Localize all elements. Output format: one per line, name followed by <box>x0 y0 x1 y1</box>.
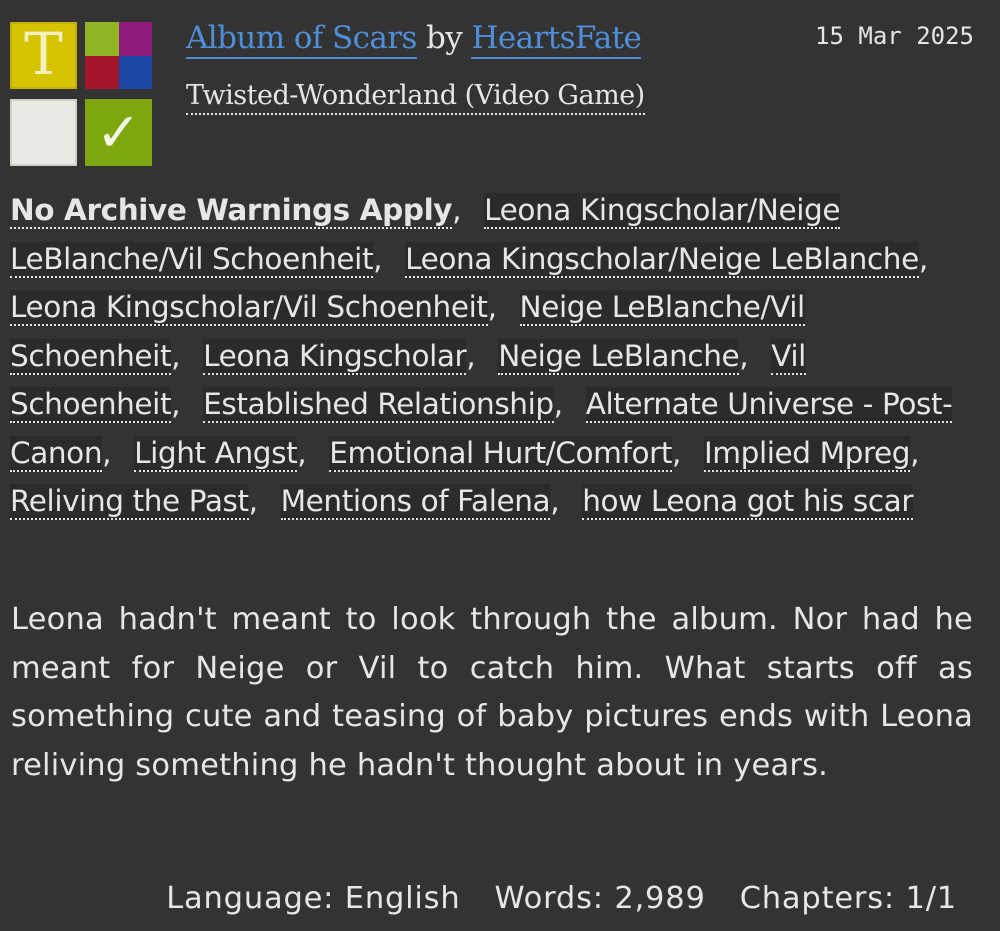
tag-separator: , <box>918 241 928 276</box>
tag-link[interactable]: how Leona got his scar <box>582 484 913 520</box>
work-stats: Language: English Words: 2,989 Chapters: 1… <box>166 881 957 916</box>
tag-separator: , <box>487 290 497 324</box>
tag-separator: , <box>248 484 258 518</box>
category-quadrant <box>118 55 152 89</box>
publish-date: 15 Mar 2025 <box>815 22 974 50</box>
chapters-stat: Chapters: 1/1 <box>740 881 957 916</box>
category-quadrant <box>85 22 119 56</box>
tag-link[interactable]: Established Relationship <box>203 387 554 423</box>
freeform-tag: Leona Kingscholar/Vil Schoenheit, <box>10 290 520 326</box>
words-label: Words: <box>494 881 604 916</box>
tag-link[interactable]: Leona Kingscholar <box>203 338 467 375</box>
freeform-tag: Reliving the Past, <box>10 484 281 520</box>
words-value: 2,989 <box>614 881 706 916</box>
freeform-tag: Implied Mpreg, <box>703 435 933 472</box>
tag-link[interactable]: Implied Mpreg <box>703 435 911 472</box>
no-warnings-icon[interactable] <box>10 99 77 166</box>
freeform-tag: Leona Kingscholar, <box>203 338 498 375</box>
chapters-label: Chapters: <box>739 881 895 916</box>
tag-separator: , <box>373 241 383 276</box>
tag-separator: , <box>910 435 920 470</box>
tag-separator: , <box>466 338 476 373</box>
freeform-tag: Established Relationship, <box>203 387 586 423</box>
tag-separator: , <box>553 387 563 421</box>
work-title-link[interactable]: Album of Scars <box>186 20 417 59</box>
tag-separator: , <box>171 387 181 421</box>
tag-link[interactable]: Leona Kingscholar/Vil Schoenheit <box>10 290 488 326</box>
freeform-tag: Light Angst, <box>134 435 329 472</box>
tag-separator: , <box>550 484 560 518</box>
tag-link[interactable]: No Archive Warnings Apply <box>10 193 453 229</box>
tag-link[interactable]: Mentions of Falena <box>280 484 551 520</box>
freeform-tag: how Leona got his scar <box>582 484 913 520</box>
required-tags[interactable]: T ✓ <box>10 22 154 166</box>
freeform-tag: Mentions of Falena, <box>280 484 583 520</box>
tag-link[interactable]: Light Angst <box>134 435 298 472</box>
tag-separator: , <box>297 435 307 470</box>
tag-link[interactable]: Neige LeBlanche <box>498 338 740 375</box>
chapters-value[interactable]: 1/1 <box>906 881 958 916</box>
tag-separator: , <box>452 193 462 227</box>
warning-tag: No Archive Warnings Apply, <box>10 193 484 229</box>
author-link[interactable]: HeartsFate <box>471 20 642 59</box>
words-stat: Words: 2,989 <box>494 881 705 916</box>
tag-separator: , <box>171 338 181 373</box>
freeform-tag: Leona Kingscholar/Neige LeBlanche, <box>405 241 942 278</box>
tag-separator: , <box>739 338 749 373</box>
work-summary: Leona hadn't meant to look through the a… <box>11 602 973 783</box>
language-stat: Language: English <box>166 881 460 916</box>
tag-link[interactable]: Leona Kingscholar/Neige LeBlanche <box>405 241 919 278</box>
tag-separator: , <box>672 435 681 470</box>
tag-link[interactable]: Emotional Hurt/Comfort <box>329 435 672 472</box>
work-heading: Album of Scars by HeartsFate <box>186 20 642 59</box>
work-blurb: T ✓ Album of Scars by HeartsFate Twisted… <box>0 0 1000 931</box>
rating-teen-icon[interactable]: T <box>10 22 77 89</box>
category-quadrant <box>85 55 119 89</box>
freeform-tag: Emotional Hurt/Comfort, <box>329 435 704 472</box>
by-label: by <box>426 20 463 56</box>
language-label: Language: <box>166 881 335 916</box>
tag-separator: , <box>102 435 112 470</box>
language-value: English <box>344 881 461 916</box>
fandom-link[interactable]: Twisted-Wonderland (Video Game) <box>186 80 645 115</box>
category-quadrant <box>118 22 152 56</box>
tag-list: No Archive Warnings Apply, Leona Kingsch… <box>10 186 970 526</box>
category-multi-icon[interactable] <box>85 22 152 89</box>
complete-icon[interactable]: ✓ <box>85 99 152 166</box>
tag-link[interactable]: Reliving the Past <box>10 484 249 520</box>
freeform-tag: Neige LeBlanche, <box>498 338 771 375</box>
